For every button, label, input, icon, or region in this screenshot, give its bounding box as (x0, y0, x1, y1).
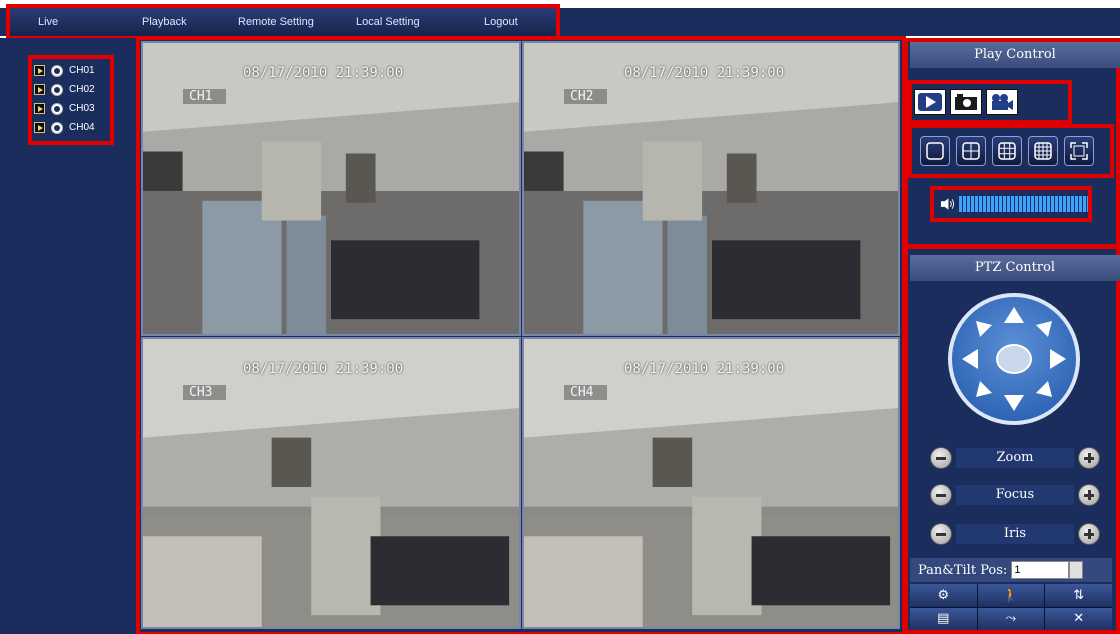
video-timestamp: 08/17/2010 21:39:00 (243, 65, 404, 81)
iris-close-button[interactable] (930, 523, 952, 545)
track-icon: ⤳ (1005, 611, 1017, 627)
iris-label: Iris (956, 524, 1074, 544)
pan-tilt-spinner[interactable] (1069, 561, 1084, 579)
fullscreen-icon (1070, 142, 1088, 160)
channel-label: CH01 (69, 65, 95, 76)
video-tile-4[interactable]: 08/17/2010 21:39:00 CH4 (522, 337, 900, 629)
camera-view-image (524, 43, 898, 334)
ptz-joystick[interactable] (948, 293, 1080, 425)
play-button[interactable] (914, 89, 946, 115)
camera-view-image (143, 43, 519, 334)
walk-icon: 🚶 (1002, 587, 1020, 603)
video-channel-label: CH4 (564, 385, 608, 400)
video-timestamp: 08/17/2010 21:39:00 (624, 361, 785, 377)
nav-logout[interactable]: Logout (484, 16, 518, 28)
video-timestamp: 08/17/2010 21:39:00 (243, 361, 404, 377)
gear-icon: ⚙ (937, 587, 950, 603)
layout-buttons (908, 124, 1114, 178)
layout-4-button[interactable] (956, 136, 986, 166)
video-channel-label: CH2 (564, 89, 608, 104)
save-button[interactable]: ▤ (910, 607, 977, 630)
iris-open-button[interactable] (1078, 523, 1100, 545)
channel-label: CH04 (69, 122, 95, 133)
layout-9-button[interactable] (992, 136, 1022, 166)
track-button[interactable]: ⤳ (977, 607, 1045, 630)
pan-tilt-position: Pan&Tilt Pos: (910, 558, 1112, 582)
video-tile-2[interactable]: 08/17/2010 21:39:00 CH2 (522, 41, 900, 336)
cruise-button[interactable]: 🚶 (977, 584, 1045, 607)
video-camera-icon (992, 94, 1013, 110)
iris-row: Iris (930, 522, 1100, 546)
channel-label: CH02 (69, 84, 95, 95)
video-channel-label: CH1 (183, 89, 227, 104)
camera-view-image (143, 339, 519, 627)
pan-tilt-input[interactable] (1011, 561, 1070, 579)
channel-row-3[interactable]: CH03 (34, 99, 108, 118)
channel-list: CH01 CH02 CH03 CH04 (28, 55, 114, 145)
record-button[interactable] (986, 89, 1018, 115)
direction-arrows-icon (962, 307, 1066, 411)
radio-icon[interactable] (51, 121, 63, 134)
layout-16-button[interactable] (1028, 136, 1058, 166)
play-icon[interactable] (34, 65, 45, 76)
preset-icon: ⇅ (1073, 587, 1085, 603)
volume-level (959, 196, 1090, 212)
play-control-title: Play Control (910, 42, 1120, 68)
layout-nine-icon (998, 142, 1016, 160)
nav-playback[interactable]: Playback (142, 16, 187, 28)
focus-row: Focus (930, 483, 1100, 507)
channel-row-1[interactable]: CH01 (34, 61, 108, 80)
play-icon[interactable] (34, 84, 45, 95)
channel-label: CH03 (69, 103, 95, 114)
camera-view-image (524, 339, 898, 627)
video-tile-1[interactable]: 08/17/2010 21:39:00 CH1 (141, 41, 521, 336)
layout-sixteen-icon (1034, 142, 1052, 160)
radio-icon[interactable] (51, 64, 63, 77)
ptz-toolbar: ⚙ 🚶 ⇅ ▤ ⤳ ✕ (910, 584, 1112, 630)
zoom-label: Zoom (956, 448, 1074, 468)
pan-tilt-label: Pan&Tilt Pos: (918, 562, 1008, 578)
video-timestamp: 08/17/2010 21:39:00 (624, 65, 785, 81)
nav-local-setting[interactable]: Local Setting (356, 16, 420, 28)
speaker-icon (940, 198, 955, 210)
play-icon[interactable] (34, 103, 45, 114)
playback-buttons (908, 80, 1072, 124)
zoom-out-button[interactable] (930, 447, 952, 469)
channel-row-2[interactable]: CH02 (34, 80, 108, 99)
close-button[interactable]: ✕ (1045, 607, 1112, 630)
ptz-control-title: PTZ Control (910, 255, 1120, 281)
layout-single-icon (926, 142, 944, 160)
focus-in-button[interactable] (1078, 484, 1100, 506)
focus-label: Focus (956, 485, 1074, 505)
zoom-in-button[interactable] (1078, 447, 1100, 469)
radio-icon[interactable] (51, 83, 63, 96)
top-bar: Live Playback Remote Setting Local Setti… (0, 0, 1120, 40)
zoom-row: Zoom (930, 446, 1100, 470)
close-icon: ✕ (1073, 611, 1085, 627)
settings-button[interactable]: ⚙ (910, 584, 977, 607)
fullscreen-button[interactable] (1064, 136, 1094, 166)
volume-slider[interactable] (930, 186, 1092, 222)
preset-button[interactable]: ⇅ (1045, 584, 1112, 607)
nav-remote-setting[interactable]: Remote Setting (238, 16, 314, 28)
layout-quad-icon (962, 142, 980, 160)
play-icon (918, 93, 942, 111)
layout-1-button[interactable] (920, 136, 950, 166)
channel-row-4[interactable]: CH04 (34, 118, 108, 137)
camera-icon (955, 94, 977, 110)
video-channel-label: CH3 (183, 385, 227, 400)
play-icon[interactable] (34, 122, 45, 133)
focus-out-button[interactable] (930, 484, 952, 506)
nav-live[interactable]: Live (38, 16, 58, 28)
main-nav: Live Playback Remote Setting Local Setti… (6, 4, 560, 40)
snapshot-button[interactable] (950, 89, 982, 115)
save-icon: ▤ (937, 611, 950, 627)
video-tile-3[interactable]: 08/17/2010 21:39:00 CH3 (141, 337, 521, 629)
control-panel: Play Control PTZ Control Zoom Focus Iris… (904, 38, 1120, 634)
radio-icon[interactable] (51, 102, 63, 115)
channel-panel: CH01 CH02 CH03 CH04 (0, 38, 138, 634)
video-grid: 08/17/2010 21:39:00 CH1 08/17/2010 21:39… (136, 36, 906, 634)
